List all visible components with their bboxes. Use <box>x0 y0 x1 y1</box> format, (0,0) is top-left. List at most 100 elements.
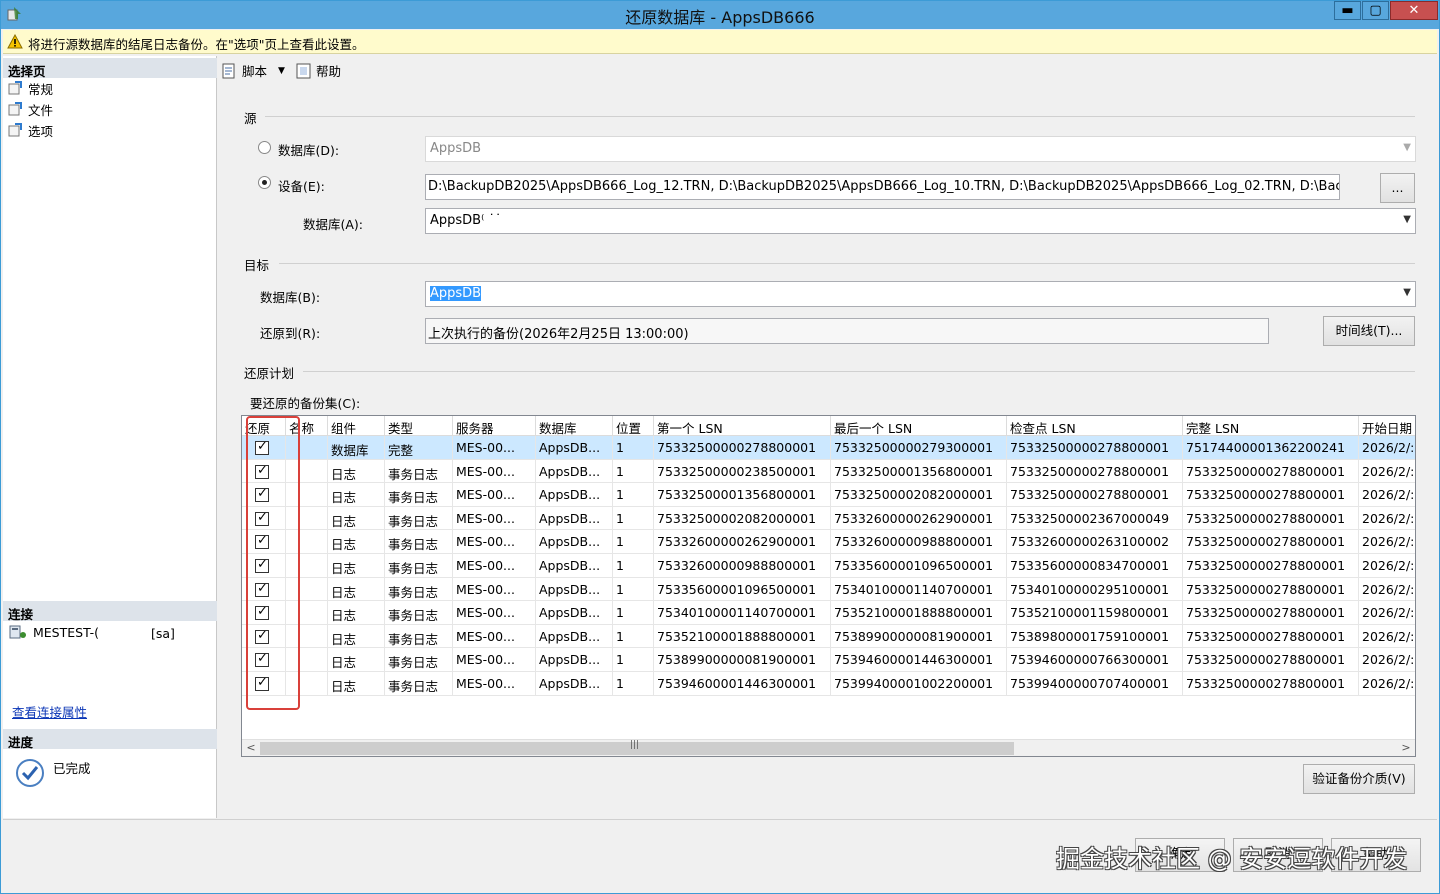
backup-sets-grid[interactable]: 还原 名称 组件 类型 服务器 数据库 位置 第一个 LSN 最后一个 LSN 检查点 LSN 完整… <box>241 415 1416 757</box>
table-cell: 75389900000081900001 <box>831 624 1007 649</box>
timeline-button[interactable]: 时间线(T)... <box>1323 316 1415 346</box>
table-cell: 事务日志 <box>385 483 453 507</box>
column-header[interactable]: 最后一个 LSN <box>831 416 1007 436</box>
completed-check-icon <box>16 759 44 787</box>
table-cell: 事务日志 <box>385 577 453 602</box>
column-header[interactable]: 组件 <box>328 416 385 436</box>
restore-to-value: 上次执行的备份(2026年2月25日 13:00:00) <box>428 327 689 342</box>
table-cell: 1 <box>613 506 654 531</box>
title-bar[interactable]: 还原数据库 - AppsDB666 ▬ ▢ ✕ <box>1 1 1439 29</box>
grip-icon: ||| <box>630 740 640 750</box>
table-cell: MES-00... <box>453 506 536 531</box>
table-row[interactable]: 日志事务日志MES-00...AppsDB...1753946000014463… <box>242 672 1415 696</box>
page-files[interactable]: 文件 <box>8 99 53 119</box>
column-header[interactable]: 类型 <box>385 416 453 436</box>
table-cell: 75332500000278800001 <box>1183 672 1359 696</box>
table-row[interactable]: 日志事务日志MES-00...AppsDB...1753899000000819… <box>242 648 1415 672</box>
table-cell: 75332500000238500001 <box>654 459 831 484</box>
table-cell: MES-00... <box>453 530 536 554</box>
column-header[interactable]: 服务器 <box>453 416 536 436</box>
table-cell: 日志 <box>328 459 385 484</box>
device-radio[interactable] <box>258 176 271 189</box>
column-header[interactable]: 数据库 <box>536 416 613 436</box>
table-row[interactable]: 日志事务日志MES-00...AppsDB...1753325000020820… <box>242 506 1415 531</box>
table-cell: 日志 <box>328 577 385 602</box>
progress-header: 进度 <box>3 729 217 750</box>
table-row[interactable]: 日志事务日志MES-00...AppsDB...1753356000010965… <box>242 577 1415 602</box>
view-connection-properties-link[interactable]: 查看连接属性 <box>12 702 87 721</box>
column-header[interactable]: 位置 <box>613 416 654 436</box>
table-cell: 事务日志 <box>385 648 453 672</box>
target-db-select[interactable]: AppsDB ▼ <box>425 281 1416 307</box>
table-row[interactable]: 日志事务日志MES-00...AppsDB...1753401000011407… <box>242 601 1415 625</box>
table-cell: 日志 <box>328 648 385 672</box>
table-row[interactable]: 日志事务日志MES-00...AppsDB...1753521000018888… <box>242 624 1415 649</box>
table-cell: 日志 <box>328 554 385 578</box>
chevron-down-icon[interactable]: ▼ <box>278 66 285 76</box>
table-cell: 75352100001888800001 <box>831 601 1007 625</box>
device-path-field[interactable]: D:\BackupDB2025\AppsDB666_Log_12.TRN, D:… <box>425 174 1340 200</box>
horizontal-scrollbar[interactable]: < ||| > <box>242 739 1415 756</box>
table-cell: 数据库 <box>328 436 385 460</box>
page-options-label: 选项 <box>28 123 54 139</box>
table-cell: 1 <box>613 554 654 578</box>
close-button[interactable]: ✕ <box>1390 1 1438 20</box>
table-cell: 日志 <box>328 672 385 696</box>
page-general[interactable]: 常规 <box>8 78 53 98</box>
column-header[interactable]: 第一个 LSN <box>654 416 831 436</box>
table-cell: 75332600000263100002 <box>1007 530 1183 554</box>
help-button[interactable]: 帮助 <box>295 61 341 80</box>
backup-sets-label: 要还原的备份集(C): <box>250 396 361 411</box>
scroll-right-icon[interactable]: > <box>1398 741 1414 756</box>
divider <box>279 263 1415 264</box>
table-cell: 事务日志 <box>385 672 453 696</box>
table-cell: MES-00... <box>453 672 536 696</box>
table-cell: 75340100000295100001 <box>1007 577 1183 602</box>
table-cell: 75332600000988800001 <box>654 554 831 578</box>
connection-user: [sa] <box>151 626 175 641</box>
page-icon <box>8 80 24 96</box>
column-header[interactable]: 检查点 LSN <box>1007 416 1183 436</box>
table-cell: MES-00... <box>453 624 536 649</box>
column-header[interactable]: 完整 LSN <box>1183 416 1359 436</box>
window-title: 还原数据库 - AppsDB666 <box>625 8 815 27</box>
database-radio-label: 数据库(D): <box>278 143 340 158</box>
verify-backup-media-button[interactable]: 验证备份介质(V) <box>1303 764 1415 794</box>
table-cell: MES-00... <box>453 601 536 625</box>
table-cell: 75332500001356800001 <box>831 459 1007 484</box>
table-cell: 75332600000988800001 <box>831 530 1007 554</box>
table-cell: AppsDB... <box>536 459 613 484</box>
target-db-label: 数据库(B): <box>260 290 321 305</box>
table-row[interactable]: 日志事务日志MES-00...AppsDB...1753326000002629… <box>242 530 1415 554</box>
database-radio[interactable] <box>258 141 271 154</box>
browse-device-button[interactable]: ... <box>1380 173 1415 203</box>
help-icon <box>296 63 311 78</box>
script-button[interactable]: 脚本 ▼ <box>221 61 285 80</box>
info-message: 将进行源数据库的结尾日志备份。在"选项"页上查看此设置。 <box>28 37 365 52</box>
source-database-combo[interactable]: AppsDB ▼ <box>425 136 1416 162</box>
table-cell: 75332500000278800001 <box>1183 554 1359 578</box>
column-header[interactable]: 开始日期 <box>1359 416 1415 436</box>
table-cell: AppsDB... <box>536 506 613 531</box>
source-db-value: AppsDB⁽ ˙˙ <box>430 213 502 228</box>
maximize-button[interactable]: ▢ <box>1362 1 1389 20</box>
table-row[interactable]: 日志事务日志MES-00...AppsDB...1753326000009888… <box>242 554 1415 578</box>
left-pane: 选择页 常规 文件 选项 连接 MESTEST-( [sa] 查看连接属性 进度… <box>3 56 217 818</box>
minimize-button[interactable]: ▬ <box>1334 1 1361 20</box>
target-group-label: 目标 <box>244 258 270 273</box>
source-db-select[interactable]: AppsDB⁽ ˙˙ ▼ <box>425 208 1416 234</box>
table-cell: 完整 <box>385 436 453 460</box>
highlight-annotation <box>246 416 300 710</box>
table-cell: 75340100001140700001 <box>654 601 831 625</box>
page-icon <box>8 122 24 138</box>
table-cell: 事务日志 <box>385 506 453 531</box>
restore-to-field[interactable]: 上次执行的备份(2026年2月25日 13:00:00) <box>425 318 1269 344</box>
table-row[interactable]: 日志事务日志MES-00...AppsDB...1753325000002385… <box>242 459 1415 484</box>
table-row[interactable]: 日志事务日志MES-00...AppsDB...1753325000013568… <box>242 483 1415 507</box>
table-cell: 2026/2/: <box>1359 460 1415 484</box>
connection-header: 连接 <box>3 601 217 622</box>
table-row[interactable]: 数据库完整MES-00...AppsDB...17533250000027880… <box>242 436 1415 460</box>
scroll-left-icon[interactable]: < <box>243 741 259 756</box>
scroll-thumb[interactable]: ||| <box>260 740 1014 755</box>
page-options[interactable]: 选项 <box>8 120 53 140</box>
